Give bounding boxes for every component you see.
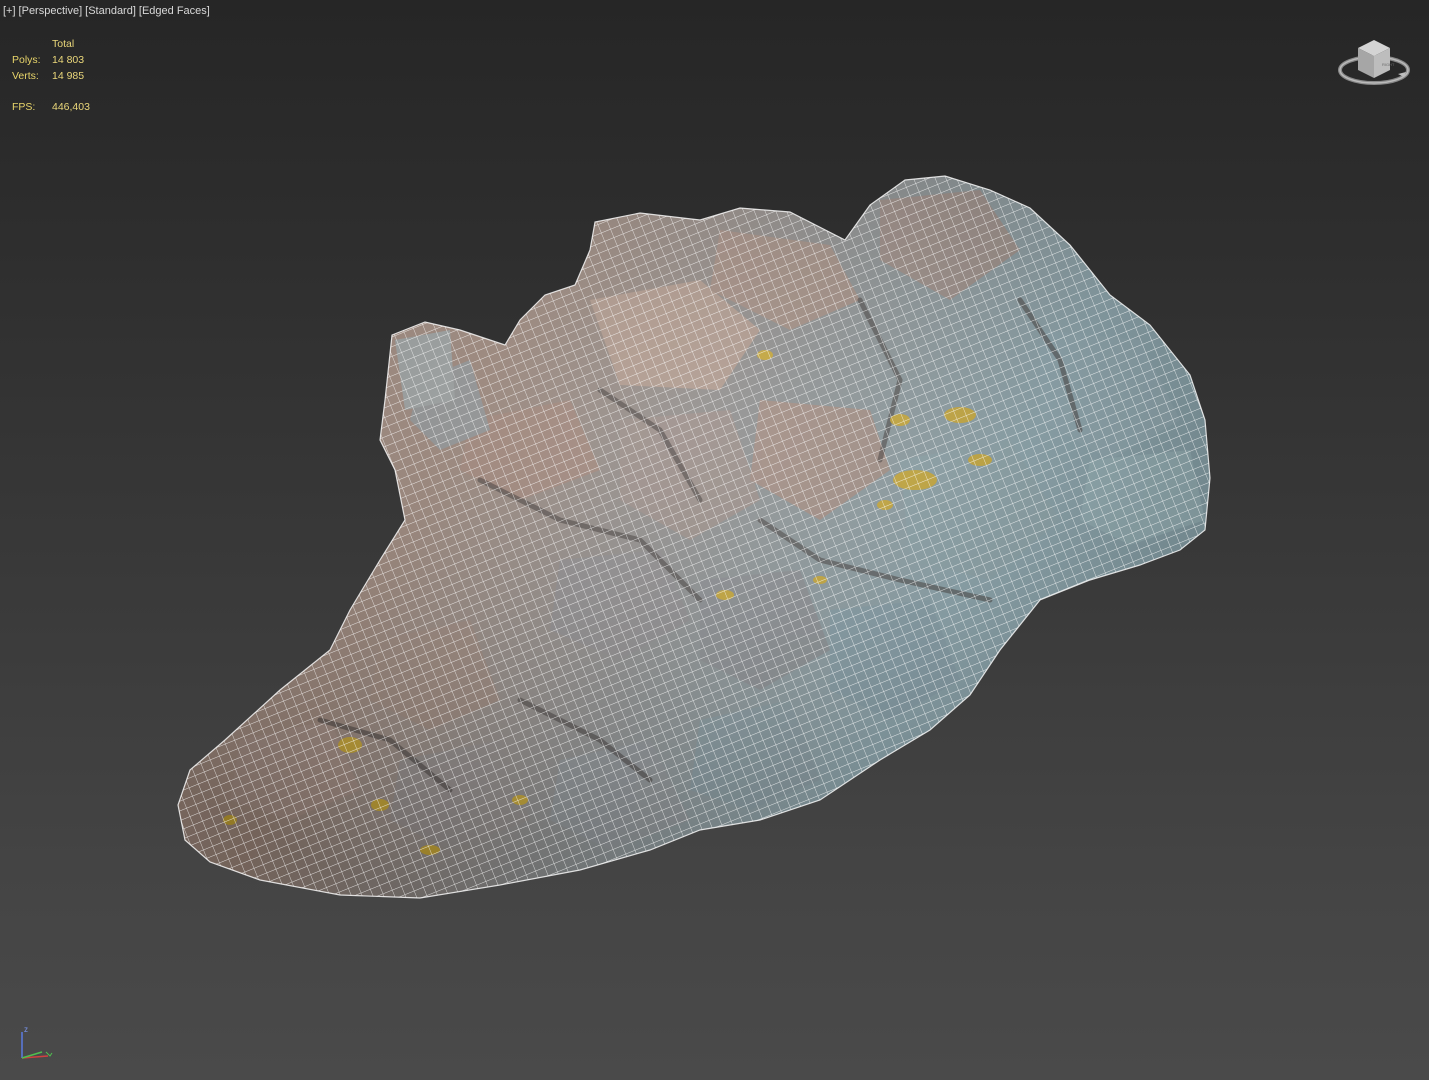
viewcube-icon[interactable]: RIGHT <box>1336 30 1414 92</box>
axis-tripod-gizmo: z <box>21 1025 53 1059</box>
edged-faces-wireframe <box>178 176 1210 898</box>
3d-viewport[interactable]: [+] [Perspective] [Standard] [Edged Faces] … <box>0 0 1429 1080</box>
z-axis-label: z <box>24 1025 28 1034</box>
viewcube-face-label: RIGHT <box>1382 62 1395 67</box>
rock-mesh-object[interactable] <box>0 0 1429 1080</box>
